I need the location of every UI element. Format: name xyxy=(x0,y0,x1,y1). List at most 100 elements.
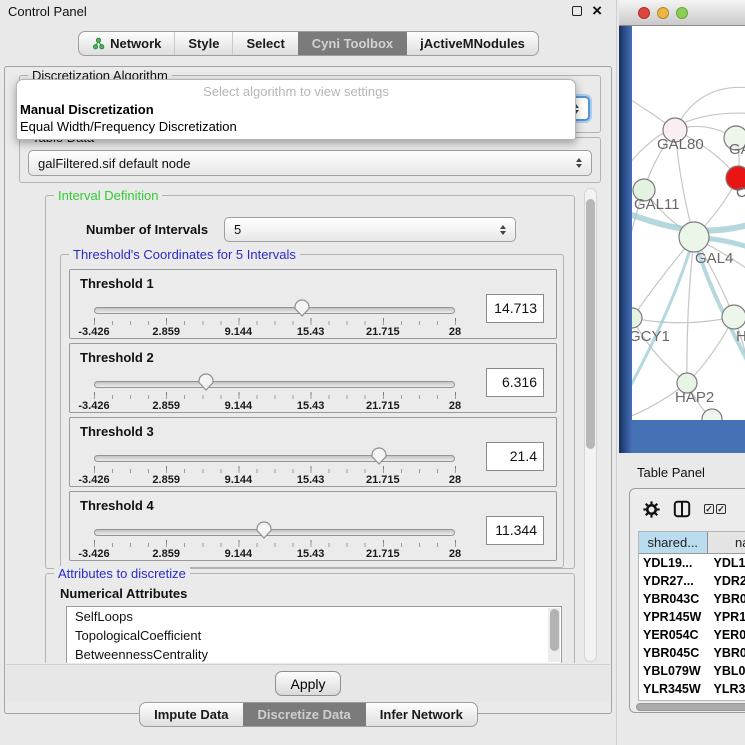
column-header-name[interactable]: na xyxy=(708,532,745,553)
table-row[interactable]: YLR345WYLR3 xyxy=(639,680,745,698)
tick-label: 28 xyxy=(449,548,461,560)
attribute-item[interactable]: TopologicalCoefficient xyxy=(67,626,561,645)
scrollbar-thumb[interactable] xyxy=(586,199,595,449)
interval-definition-group: Interval Definition Number of Intervals … xyxy=(45,195,575,569)
node-label: GA xyxy=(729,141,745,158)
threshold-value-field[interactable]: 21.4 xyxy=(486,442,544,471)
cyni-content-panel: Discretization Algorithm Select algorith… xyxy=(4,66,612,714)
network-edge[interactable] xyxy=(632,317,734,323)
scrollbar-thumb[interactable] xyxy=(636,703,745,711)
tab-infer-network[interactable]: Infer Network xyxy=(365,703,477,726)
tab-style[interactable]: Style xyxy=(174,32,232,55)
threshold-1-panel: Threshold 1 -3.4262.8599.14415.4321.7152… xyxy=(69,269,557,339)
table-row[interactable]: YDL19...YDL1 xyxy=(639,554,745,572)
checkbox-icon[interactable]: ✓ xyxy=(716,504,726,514)
network-view-window: GAL80GACGAL11GAL4GCY1HHAP2 xyxy=(619,0,745,453)
node-label: H xyxy=(736,328,745,345)
threshold-value-field[interactable]: 11.344 xyxy=(486,516,544,545)
tab-jactivemnodules[interactable]: jActiveMNodules xyxy=(406,32,538,55)
network-window-titlebar xyxy=(619,0,745,26)
slider-handle[interactable] xyxy=(255,521,273,539)
cell-shared-name: YDL19... xyxy=(639,554,708,572)
tick-label: 21.715 xyxy=(366,548,400,560)
tick-label: -3.426 xyxy=(78,326,109,338)
slider-handle[interactable] xyxy=(293,299,311,317)
dropdown-option-manual[interactable]: Manual Discretization xyxy=(17,101,575,118)
slider-handle[interactable] xyxy=(197,373,215,391)
node-label: GCY1 xyxy=(632,328,670,345)
table-row[interactable]: YBR045CYBR0 xyxy=(639,644,745,662)
threshold-value-field[interactable]: 6.316 xyxy=(486,368,544,397)
table-row[interactable]: YPR145WYPR1 xyxy=(639,608,745,626)
list-scrollbar[interactable] xyxy=(548,608,560,662)
attribute-item[interactable]: SelfLoops xyxy=(67,607,561,626)
tab-discretize-data[interactable]: Discretize Data xyxy=(243,703,365,726)
dropdown-option-equal-width[interactable]: Equal Width/Frequency Discretization xyxy=(17,118,575,135)
slider-track[interactable] xyxy=(94,307,455,314)
algorithm-dropdown-popup: Select algorithm to view settings Manual… xyxy=(16,79,576,140)
close-traffic-light-icon[interactable] xyxy=(638,7,650,19)
threshold-2-panel: Threshold 2 -3.4262.8599.14415.4321.7152… xyxy=(69,343,557,413)
dropdown-hint: Select algorithm to view settings xyxy=(17,82,575,101)
split-columns-icon[interactable] xyxy=(673,500,691,518)
tick-label: 21.715 xyxy=(366,400,400,412)
network-node[interactable] xyxy=(722,305,745,329)
table-panel-container: ✓ ✓ shared... na YDL19...YDL1YDR27...YDR… xyxy=(629,488,745,713)
bottom-tabbar: Impute Data Discretize Data Infer Networ… xyxy=(0,702,617,727)
table-data-combobox[interactable]: galFiltered.sif default node xyxy=(28,150,592,176)
apply-button[interactable]: Apply xyxy=(275,671,341,696)
gear-icon[interactable] xyxy=(643,501,660,518)
slider-handle[interactable] xyxy=(370,447,388,465)
tick-label: 15.43 xyxy=(297,326,325,338)
slider-track[interactable] xyxy=(94,529,455,536)
thresholds-group: Threshold's Coordinates for 5 Intervals … xyxy=(60,254,564,568)
table-row[interactable]: YBR043CYBR0 xyxy=(639,590,745,608)
column-header-shared-name[interactable]: shared... xyxy=(639,532,708,553)
tick-label: 2.859 xyxy=(152,326,180,338)
tick-label: 28 xyxy=(449,400,461,412)
node-label: GAL11 xyxy=(634,196,680,213)
table-body: YDL19...YDL1YDR27...YDR2YBR043CYBR0YPR14… xyxy=(639,554,745,701)
close-icon[interactable]: × xyxy=(592,3,602,19)
network-canvas[interactable]: GAL80GACGAL11GAL4GCY1HHAP2 xyxy=(632,26,745,420)
tick-label: -3.426 xyxy=(78,400,109,412)
tab-impute-data[interactable]: Impute Data xyxy=(140,703,242,726)
network-node[interactable] xyxy=(632,308,642,328)
tick-label: 2.859 xyxy=(152,474,180,486)
checkbox-icon[interactable]: ✓ xyxy=(704,504,714,514)
tick-label: 15.43 xyxy=(297,400,325,412)
table-row[interactable]: YER054CYER0 xyxy=(639,626,745,644)
threshold-value-field[interactable]: 14.713 xyxy=(486,294,544,323)
cell-name: YIL0 xyxy=(708,698,745,701)
table-row[interactable]: YDR27...YDR2 xyxy=(639,572,745,590)
node-table: shared... na YDL19...YDL1YDR27...YDR2YBR… xyxy=(638,531,745,701)
cell-shared-name: YBR043C xyxy=(639,590,708,608)
group-title: Interval Definition xyxy=(54,188,162,204)
float-window-icon[interactable] xyxy=(572,6,582,16)
threshold-3-panel: Threshold 3 -3.4262.8599.14415.4321.7152… xyxy=(69,417,557,487)
cell-shared-name: YPR145W xyxy=(639,608,708,626)
tab-select[interactable]: Select xyxy=(232,32,297,55)
attribute-item[interactable]: BetweennessCentrality xyxy=(67,645,561,663)
network-node[interactable] xyxy=(702,409,722,420)
tick-label: 28 xyxy=(449,326,461,338)
tab-cyni-toolbox[interactable]: Cyni Toolbox xyxy=(298,32,406,55)
numerical-attributes-label: Numerical Attributes xyxy=(60,586,187,601)
table-row[interactable]: YBL079WYBL0 xyxy=(639,662,745,680)
table-row[interactable]: YIL052CYIL0 xyxy=(639,698,745,701)
zoom-traffic-light-icon[interactable] xyxy=(676,7,688,19)
tick-label: 21.715 xyxy=(366,326,400,338)
panel-title: Control Panel xyxy=(8,4,87,19)
tab-network[interactable]: Network xyxy=(79,32,174,55)
slider-track[interactable] xyxy=(94,381,455,388)
tick-label: 15.43 xyxy=(297,474,325,486)
minimize-traffic-light-icon[interactable] xyxy=(657,7,669,19)
horizontal-scrollbar[interactable] xyxy=(636,703,745,711)
cell-name: YBR0 xyxy=(708,590,745,608)
settings-scrollpane: Interval Definition Number of Intervals … xyxy=(19,187,601,663)
cell-name: YLR3 xyxy=(708,680,745,698)
vertical-scrollbar[interactable] xyxy=(584,188,597,662)
slider-track[interactable] xyxy=(94,455,455,462)
number-of-intervals-combobox[interactable]: 5 xyxy=(224,217,516,242)
network-node[interactable] xyxy=(679,222,709,252)
